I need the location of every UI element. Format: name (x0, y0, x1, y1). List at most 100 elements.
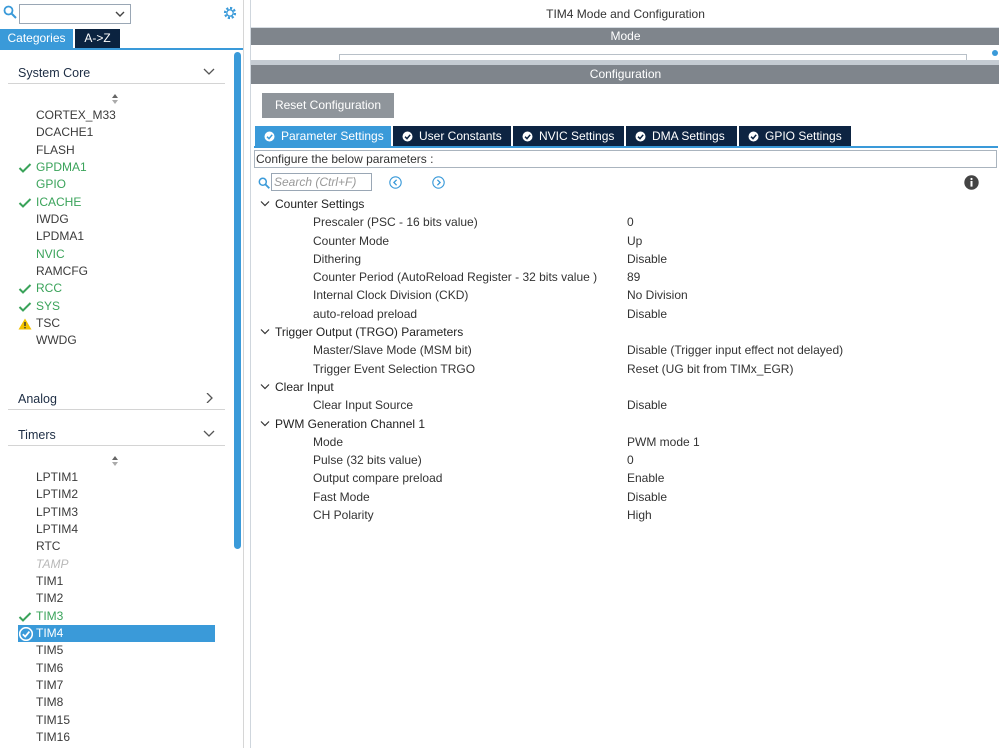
chevron-down-icon[interactable] (115, 9, 125, 19)
parameter-value[interactable]: 0 (627, 451, 634, 469)
parameter-row[interactable]: Output compare preload Enable (251, 469, 999, 487)
parameter-row[interactable]: Fast Mode Disable (251, 488, 999, 506)
peripheral-item-tim4[interactable]: TIM4 (18, 625, 215, 643)
reset-configuration-button[interactable]: Reset Configuration (262, 93, 394, 118)
peripheral-item-lptim2[interactable]: LPTIM2 (18, 486, 215, 503)
peripheral-item-cortex-m33[interactable]: CORTEX_M33 (18, 107, 215, 124)
parameter-search-input[interactable] (271, 173, 372, 191)
next-match-icon[interactable] (432, 176, 445, 189)
parameter-value[interactable]: High (627, 506, 652, 524)
previous-match-icon[interactable] (389, 176, 402, 189)
parameter-value[interactable]: PWM mode 1 (627, 433, 700, 451)
info-icon[interactable] (964, 175, 979, 190)
peripheral-item-lptim3[interactable]: LPTIM3 (18, 504, 215, 521)
section-system-core[interactable]: System Core (8, 60, 225, 84)
parameter-row[interactable]: Internal Clock Division (CKD) No Division (251, 286, 999, 304)
scrollbar-thumb[interactable] (234, 52, 241, 549)
parameter-value[interactable]: Disable (Trigger input effect not delaye… (627, 341, 843, 359)
page-title: TIM4 Mode and Configuration (251, 0, 999, 28)
tab-nvic-settings[interactable]: NVIC Settings (513, 126, 624, 146)
parameter-row[interactable]: Counter Mode Up (251, 232, 999, 250)
parameter-row[interactable]: auto-reload preload Disable (251, 305, 999, 323)
gear-icon[interactable] (222, 5, 238, 21)
peripheral-item-dcache1[interactable]: DCACHE1 (18, 124, 215, 141)
peripheral-search-combo[interactable] (19, 4, 131, 24)
peripheral-item-wwdg[interactable]: WWDG (18, 332, 215, 349)
peripheral-item-tamp[interactable]: TAMP (18, 556, 215, 573)
parameter-value[interactable]: Up (627, 232, 642, 250)
parameter-row[interactable]: Counter Period (AutoReload Register - 32… (251, 268, 999, 286)
parameter-row[interactable]: CH Polarity High (251, 506, 999, 524)
tab-categories[interactable]: Categories (0, 29, 73, 48)
chevron-down-icon[interactable] (260, 383, 270, 391)
check-circle-icon (19, 627, 33, 642)
tab-dma-settings[interactable]: DMA Settings (626, 126, 737, 146)
tab-parameter-settings[interactable]: Parameter Settings (255, 126, 391, 146)
peripheral-item-icache[interactable]: ICACHE (18, 194, 215, 211)
chevron-right-icon[interactable] (203, 393, 215, 403)
parameter-value[interactable]: 89 (627, 268, 640, 286)
peripheral-item-tim16[interactable]: TIM16 (18, 729, 215, 746)
peripheral-item-iwdg[interactable]: IWDG (18, 211, 215, 228)
peripheral-item-gpio[interactable]: GPIO (18, 176, 215, 193)
parameter-value[interactable]: Disable (627, 305, 667, 323)
parameter-value[interactable]: Disable (627, 250, 667, 268)
peripheral-item-gpdma1[interactable]: GPDMA1 (18, 159, 215, 176)
peripheral-item-tim2[interactable]: TIM2 (18, 590, 215, 607)
peripheral-item-tim8[interactable]: TIM8 (18, 694, 215, 711)
peripheral-item-tsc[interactable]: TSC (18, 315, 215, 332)
sort-icon[interactable] (110, 456, 120, 466)
parameter-row[interactable]: Trigger Event Selection TRGO Reset (UG bi… (251, 360, 999, 378)
peripheral-item-label: TSC (36, 316, 60, 331)
peripheral-item-tim6[interactable]: TIM6 (18, 660, 215, 677)
peripheral-item-ramcfg[interactable]: RAMCFG (18, 263, 215, 280)
tab-user-constants[interactable]: User Constants (393, 126, 511, 146)
parameter-name: Mode (313, 434, 344, 449)
search-icon[interactable] (3, 5, 17, 19)
parameter-row[interactable]: Prescaler (PSC - 16 bits value) 0 (251, 213, 999, 231)
peripheral-item-flash[interactable]: FLASH (18, 142, 215, 159)
parameter-value[interactable]: Enable (627, 469, 664, 487)
peripheral-item-lptim4[interactable]: LPTIM4 (18, 521, 215, 538)
peripheral-item-lptim1[interactable]: LPTIM1 (18, 469, 215, 486)
peripheral-item-rcc[interactable]: RCC (18, 280, 215, 297)
parameter-value[interactable]: No Division (627, 286, 688, 304)
chevron-down-icon[interactable] (203, 429, 215, 439)
tab-gpio-settings[interactable]: GPIO Settings (739, 126, 851, 146)
peripheral-item-tim15[interactable]: TIM15 (18, 712, 215, 729)
chevron-down-icon[interactable] (203, 67, 215, 77)
group-counter-settings[interactable]: Counter Settings (251, 195, 999, 213)
parameter-value[interactable]: Disable (627, 488, 667, 506)
parameter-value[interactable]: Reset (UG bit from TIMx_EGR) (627, 360, 793, 378)
chevron-down-icon[interactable] (260, 420, 270, 428)
peripheral-item-label: RCC (36, 281, 62, 296)
peripheral-item-lpdma1[interactable]: LPDMA1 (18, 228, 215, 245)
parameter-row[interactable]: Clear Input Source Disable (251, 396, 999, 414)
section-timers[interactable]: Timers (8, 422, 225, 446)
peripheral-item-nvic[interactable]: NVIC (18, 246, 215, 263)
section-analog[interactable]: Analog (8, 386, 225, 410)
peripheral-item-tim1[interactable]: TIM1 (18, 573, 215, 590)
tab-a-to-z[interactable]: A->Z (75, 29, 120, 48)
parameter-value[interactable]: 0 (627, 213, 634, 231)
peripheral-item-rtc[interactable]: RTC (18, 538, 215, 555)
chevron-down-icon[interactable] (260, 328, 270, 336)
sort-icon[interactable] (110, 94, 120, 104)
parameter-row[interactable]: Pulse (32 bits value) 0 (251, 451, 999, 469)
parameter-value[interactable]: Disable (627, 396, 667, 414)
check-circle-icon (635, 131, 646, 142)
peripheral-item-sys[interactable]: SYS (18, 298, 215, 315)
chevron-down-icon[interactable] (260, 200, 270, 208)
tabs-underline (254, 146, 998, 148)
peripheral-item-tim7[interactable]: TIM7 (18, 677, 215, 694)
parameter-name: Pulse (32 bits value) (313, 453, 422, 468)
parameter-row[interactable]: Dithering Disable (251, 250, 999, 268)
group-trigger-output-trgo-parameters[interactable]: Trigger Output (TRGO) Parameters (251, 323, 999, 341)
group-clear-input[interactable]: Clear Input (251, 378, 999, 396)
peripheral-item-tim3[interactable]: TIM3 (18, 608, 215, 625)
peripheral-item-tim5[interactable]: TIM5 (18, 642, 215, 659)
parameter-row[interactable]: Mode PWM mode 1 (251, 433, 999, 451)
group-pwm-generation-channel-1[interactable]: PWM Generation Channel 1 (251, 415, 999, 433)
left-panel: Categories A->Z System Core CORTEX_M33 DC… (0, 0, 244, 748)
parameter-row[interactable]: Master/Slave Mode (MSM bit) Disable (Trig… (251, 341, 999, 359)
